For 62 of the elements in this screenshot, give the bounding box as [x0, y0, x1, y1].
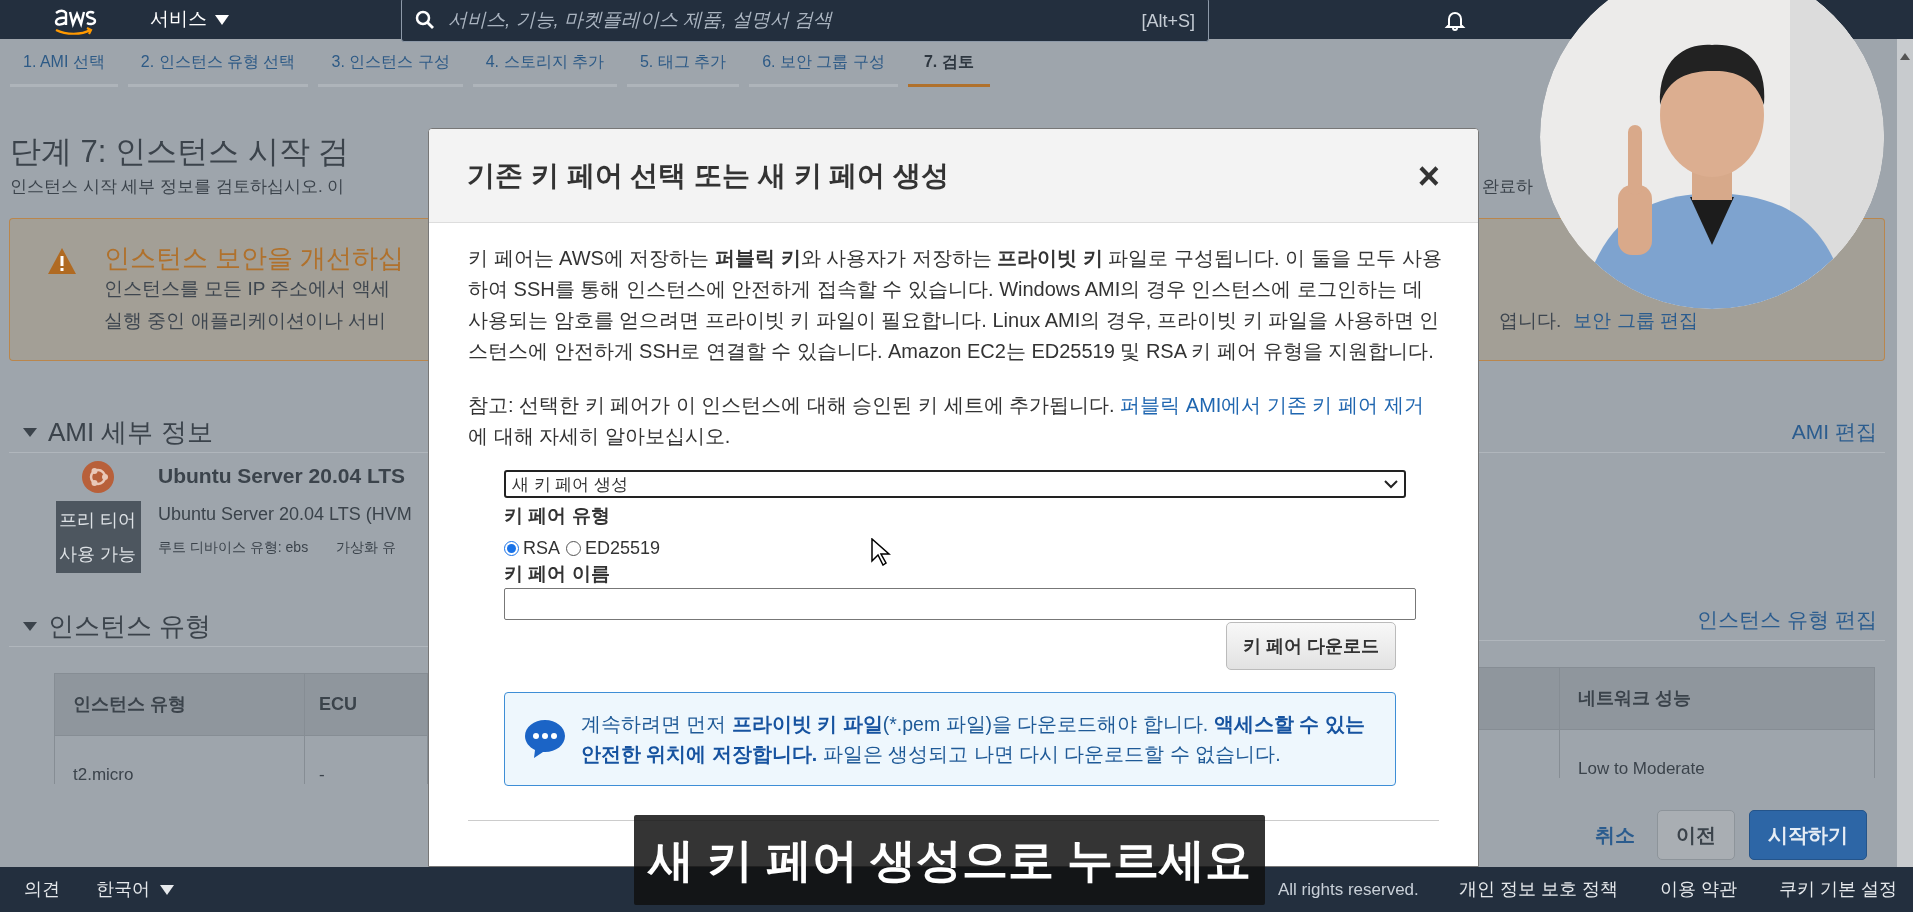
- footer-link[interactable]: 쿠키 기본 설정: [1779, 876, 1897, 903]
- edit-ami-link[interactable]: AMI 편집: [1791, 416, 1877, 448]
- cursor-icon: [871, 538, 892, 566]
- key-name-field[interactable]: [504, 588, 1416, 620]
- chat-icon: [523, 718, 567, 760]
- ami-name: Ubuntu Server 20.04 LTS: [158, 462, 407, 489]
- chevron-down-icon: [1384, 479, 1398, 489]
- feedback-link[interactable]: 의견: [24, 876, 60, 903]
- step-tab[interactable]: 7. 검토: [907, 39, 990, 87]
- warning-text: 인스턴스를 모든 IP 주소에서 액세: [104, 276, 391, 301]
- warning-text: 실행 중인 애플리케이션이나 서비: [104, 308, 387, 333]
- ami-description: Ubuntu Server 20.04 LTS (HVM: [158, 502, 412, 526]
- step-tab[interactable]: 1. AMI 선택: [10, 39, 118, 87]
- column-header: 인스턴스 유형: [55, 673, 305, 735]
- note-text: 참고: 선택한 키 페어가 이 인스턴스에 대해 승인된 키 세트에 추가됩니다. 퍼블릭 AMI에서 기존 키 페어 제거 에 대해 자세히 알아보십시오.: [468, 393, 1425, 449]
- table-cell: Low to Moderate: [1560, 729, 1875, 778]
- section-title: 인스턴스 유형: [48, 609, 212, 643]
- language-menu[interactable]: 한국어: [96, 876, 174, 903]
- ubuntu-icon: [82, 460, 114, 493]
- ami-detail: 가상화 유: [336, 537, 397, 557]
- footer-link[interactable]: 이용 약관: [1659, 876, 1737, 903]
- edit-instance-type-link[interactable]: 인스턴스 유형 편집: [1697, 604, 1877, 636]
- download-button[interactable]: 키 페어 다운로드: [1226, 622, 1396, 670]
- radio-label: RSA: [523, 537, 560, 560]
- search-icon: [415, 9, 435, 30]
- page-description: 인스턴스 시작 세부 정보를 검토하십시오. 이: [9, 176, 346, 198]
- step-tab[interactable]: 6. 보안 그룹 구성: [749, 39, 898, 87]
- close-button[interactable]: ×: [1417, 156, 1440, 195]
- table-cell: t2.micro: [55, 735, 305, 784]
- services-menu[interactable]: 서비스: [150, 5, 229, 34]
- warning-icon: [47, 246, 77, 275]
- field-label: 키 페어 이름: [504, 562, 611, 586]
- shortcut-hint: [Alt+S]: [1141, 9, 1195, 33]
- caret-icon: [215, 14, 229, 25]
- step-tab[interactable]: 2. 인스턴스 유형 선택: [127, 39, 309, 87]
- edit-security-group-link[interactable]: 보안 그룹 편집: [1573, 307, 1698, 336]
- dialog-title: 기존 키 페어 선택 또는 새 키 페어 생성: [467, 158, 951, 193]
- copyright-text: All rights reserved.: [1278, 878, 1419, 901]
- free-tier-badge: 프리 티어 사용 가능: [55, 500, 141, 573]
- step-tab[interactable]: 5. 태그 추가: [626, 39, 740, 87]
- cancel-link[interactable]: 취소: [1595, 819, 1635, 850]
- radio-label: ED25519: [585, 537, 661, 560]
- section-title: AMI 세부 정보: [48, 415, 213, 449]
- step-tab[interactable]: 4. 스토리지 추가: [472, 39, 617, 87]
- learn-more-link[interactable]: 퍼블릭 AMI에서 기존 키 페어 제거: [1120, 394, 1424, 416]
- column-header: 네트워크 성능: [1560, 667, 1875, 729]
- step-tab[interactable]: 3. 인스턴스 구성: [318, 39, 463, 87]
- page-title: 단계 7: 인스턴스 시작 검: [9, 133, 351, 171]
- key-pair-select[interactable]: 새 키 페어 생성: [504, 470, 1406, 498]
- previous-button[interactable]: 이전: [1657, 809, 1735, 860]
- scroll-up-icon[interactable]: [1900, 53, 1910, 60]
- intro-text: 키 페어는 AWS에 저장하는 퍼블릭 키와 사용자가 저장하는 프라이빗 키 파일로 구성됩니다. 이 둘을 모두 사용하여 SSH를 통해 인스턴스에 안전하게 접속할 수 있습니다. Windows AMI의 경우 인스턴스에 로그인하는 데 사용되는 암호를 얻으려면 프라이빗 키 파일이 필요합니다. Linux AMI의 경우, 프라이빗 키 파일을 사용하면 인스턴스에 안전하게 SSH로 연결할 수 있습니다. Amazon EC2는 ED25519 및 RSA 키 페어 유형을 지원합니다.: [468, 246, 1443, 364]
- footer-link[interactable]: 개인 정보 보호 정책: [1458, 876, 1618, 903]
- launch-button[interactable]: 시작하기: [1749, 809, 1867, 860]
- field-label: 키 페어 유형: [504, 504, 611, 528]
- subtitle: 새 키 페어 생성으로 누르세요: [634, 815, 1266, 905]
- page-description: 완료하: [1481, 176, 1534, 198]
- warning-title: 인스턴스 보안을 개선하십: [104, 242, 405, 273]
- info-text: 계속하려면 먼저 프라이빗 키 파일(*.pem 파일)을 다운로드해야 합니다. 액세스할 수 있는 안전한 위치에 저장합니다. 파일은 생성되고 나면 다시 다운로드할 수 없습니다.: [581, 712, 1366, 767]
- ami-detail: 루트 디바이스 유형: ebs: [158, 537, 309, 557]
- caret-icon: [160, 884, 174, 895]
- warning-text: 엽니다.: [1499, 309, 1562, 333]
